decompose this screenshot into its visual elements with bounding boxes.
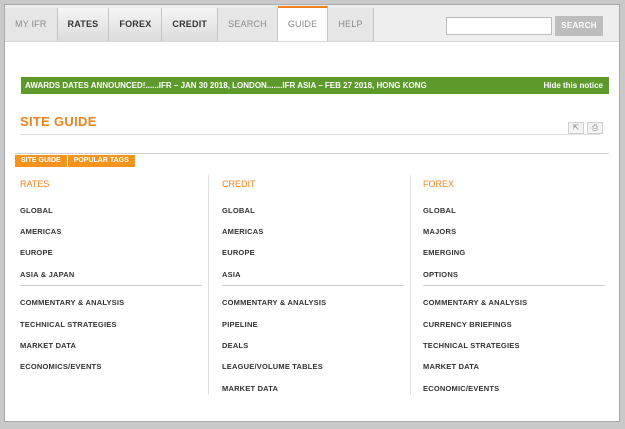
link-credit-deals[interactable]: DEALS	[222, 341, 248, 350]
link-credit-market-data[interactable]: MARKET DATA	[222, 384, 278, 393]
link-credit-americas[interactable]: AMERICAS	[222, 227, 264, 236]
link-credit-europe[interactable]: EUROPE	[222, 248, 255, 257]
share-icon[interactable]: ⇱	[568, 122, 584, 134]
link-rates-market-data[interactable]: MARKET DATA	[20, 341, 76, 350]
link-rates-asia-japan[interactable]: ASIA & JAPAN	[20, 270, 75, 279]
top-navigation: MY IFR RATES FOREX CREDIT SEARCH GUIDE H…	[5, 5, 619, 42]
page-title: SITE GUIDE	[20, 114, 97, 129]
link-rates-global[interactable]: GLOBAL	[20, 206, 53, 215]
browser-viewport: MY IFR RATES FOREX CREDIT SEARCH GUIDE H…	[4, 4, 620, 422]
link-forex-market-data[interactable]: MARKET DATA	[423, 362, 479, 371]
nav-tab-credit[interactable]: CREDIT	[162, 8, 219, 41]
column-group-divider	[423, 285, 605, 286]
link-forex-majors[interactable]: MAJORS	[423, 227, 456, 236]
link-forex-options[interactable]: OPTIONS	[423, 270, 458, 279]
search-button[interactable]: SEARCH	[555, 16, 603, 36]
guide-subtabs: SITE GUIDE POPULAR TAGS	[15, 155, 136, 167]
notice-text: AWARDS DATES ANNOUNCED!......IFR – JAN 3…	[25, 81, 427, 90]
print-icon[interactable]: ⎙	[587, 122, 603, 134]
nav-tab-forex[interactable]: FOREX	[109, 8, 163, 41]
nav-tab-guide[interactable]: GUIDE	[277, 6, 329, 41]
column-heading-rates[interactable]: RATES	[20, 178, 205, 190]
nav-tab-rates[interactable]: RATES	[57, 8, 110, 41]
nav-tab-search[interactable]: SEARCH	[218, 8, 278, 41]
column-credit: CREDIT GLOBAL AMERICAS EUROPE ASIA COMME…	[222, 178, 407, 393]
column-forex: FOREX GLOBAL MAJORS EMERGING OPTIONS COM…	[423, 178, 608, 393]
link-rates-europe[interactable]: EUROPE	[20, 248, 53, 257]
link-forex-global[interactable]: GLOBAL	[423, 206, 456, 215]
search-input[interactable]	[446, 17, 552, 35]
link-rates-technical[interactable]: TECHNICAL STRATEGIES	[20, 320, 117, 329]
column-rates: RATES GLOBAL AMERICAS EUROPE ASIA & JAPA…	[20, 178, 205, 371]
column-group-divider	[20, 285, 202, 286]
nav-tab-my-ifr[interactable]: MY IFR	[5, 8, 58, 41]
column-divider	[410, 175, 411, 395]
link-credit-league-tables[interactable]: LEAGUE/VOLUME TABLES	[222, 362, 323, 371]
link-credit-pipeline[interactable]: PIPELINE	[222, 320, 258, 329]
link-rates-economics[interactable]: ECONOMICS/EVENTS	[20, 362, 102, 371]
subtab-site-guide[interactable]: SITE GUIDE	[15, 155, 67, 167]
nav-tabs: MY IFR RATES FOREX CREDIT SEARCH GUIDE H…	[5, 5, 374, 41]
column-heading-forex[interactable]: FOREX	[423, 178, 608, 190]
link-forex-emerging[interactable]: EMERGING	[423, 248, 465, 257]
section-divider	[15, 153, 609, 154]
column-divider	[208, 175, 209, 395]
link-credit-global[interactable]: GLOBAL	[222, 206, 255, 215]
link-credit-asia[interactable]: ASIA	[222, 270, 241, 279]
subtab-popular-tags[interactable]: POPULAR TAGS	[67, 155, 135, 167]
nav-tab-help[interactable]: HELP	[328, 8, 374, 41]
column-group-divider	[222, 285, 404, 286]
hide-notice-link[interactable]: Hide this notice	[543, 77, 603, 94]
column-heading-credit[interactable]: CREDIT	[222, 178, 407, 190]
link-credit-commentary[interactable]: COMMENTARY & ANALYSIS	[222, 298, 326, 307]
link-rates-americas[interactable]: AMERICAS	[20, 227, 62, 236]
link-forex-economic-events[interactable]: ECONOMIC/EVENTS	[423, 384, 499, 393]
link-rates-commentary[interactable]: COMMENTARY & ANALYSIS	[20, 298, 124, 307]
link-forex-currency-briefings[interactable]: CURRENCY BRIEFINGS	[423, 320, 512, 329]
title-divider	[20, 134, 600, 135]
link-forex-technical[interactable]: TECHNICAL STRATEGIES	[423, 341, 520, 350]
awards-notice-banner: AWARDS DATES ANNOUNCED!......IFR – JAN 3…	[21, 77, 609, 94]
link-forex-commentary[interactable]: COMMENTARY & ANALYSIS	[423, 298, 527, 307]
